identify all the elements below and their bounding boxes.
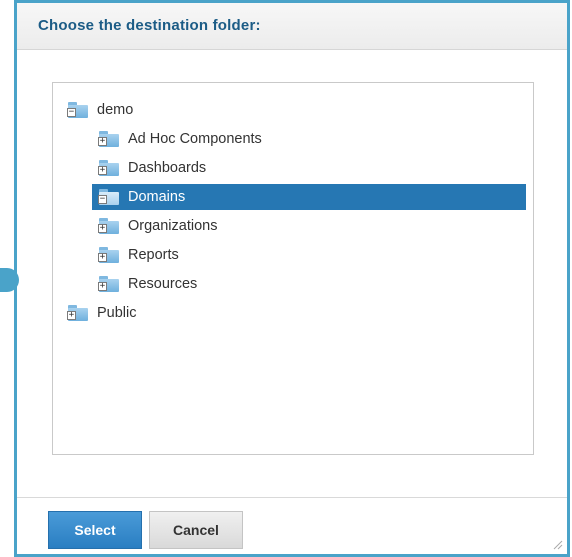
folder-tree: − demo + Ad Hoc Components + Dashboards … [52,82,534,455]
tree-item-domains[interactable]: − Domains [92,184,526,210]
choose-folder-dialog: Choose the destination folder: − demo + … [14,0,570,557]
tree-item-reports[interactable]: + Reports [98,242,298,268]
tree-item-label: Reports [128,247,179,263]
resize-grip-icon[interactable] [551,538,563,550]
dialog-title-bar[interactable]: Choose the destination folder: [17,3,567,50]
tree-item-public[interactable]: + Public [67,300,247,326]
folder-icon: + [98,217,120,235]
tree-item-label: demo [97,102,134,118]
tree-item-dashboards[interactable]: + Dashboards [98,155,298,181]
tree-item-label: Dashboards [128,160,207,176]
expand-icon[interactable]: + [67,310,76,320]
tree-item-label: Domains [128,189,186,205]
folder-icon: + [98,130,120,148]
expand-icon[interactable]: + [98,165,107,175]
tree-item-organizations[interactable]: + Organizations [98,213,318,239]
tree-item-resources[interactable]: + Resources [98,271,298,297]
tree-item-ad-hoc-components[interactable]: + Ad Hoc Components [98,126,358,152]
cancel-button[interactable]: Cancel [149,511,243,549]
select-button[interactable]: Select [48,511,142,549]
tree-item-label: Organizations [128,218,218,234]
expand-icon[interactable]: + [98,281,107,291]
expand-icon[interactable]: + [98,136,107,146]
folder-icon: − [67,101,89,119]
expand-icon[interactable]: + [98,223,107,233]
folder-icon: + [98,159,120,177]
folder-icon: + [98,275,120,293]
tree-item-demo[interactable]: − demo [67,97,247,123]
collapse-icon[interactable]: − [98,194,107,204]
footer-divider [17,497,567,498]
folder-icon: + [67,304,89,322]
folder-icon: + [98,246,120,264]
collapse-icon[interactable]: − [67,107,76,117]
folder-icon: − [98,188,120,206]
tree-item-label: Public [97,305,137,321]
tree-item-label: Resources [128,276,198,292]
expand-icon[interactable]: + [98,252,107,262]
dialog-title: Choose the destination folder: [38,17,261,34]
tree-item-label: Ad Hoc Components [128,131,262,147]
